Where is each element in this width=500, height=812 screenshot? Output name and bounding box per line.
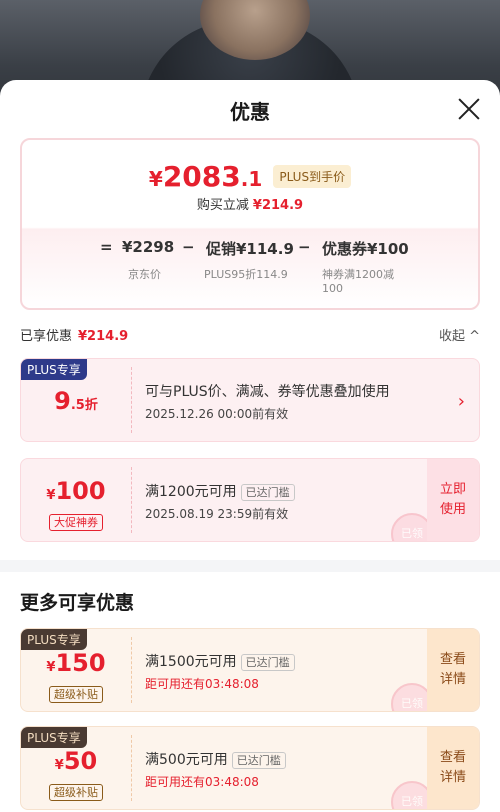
coupon-tag: 超级补贴: [21, 683, 131, 703]
coupon-label-2: 100: [322, 282, 343, 295]
currency-symbol: ¥: [148, 167, 163, 191]
final-price-integer: 2083: [162, 160, 241, 193]
reduce-label: 购买立减: [196, 198, 249, 213]
plus-badge: PLUS专享: [21, 727, 87, 748]
discount-card-plus[interactable]: PLUS专享 9.5折 可与PLUS价、满减、券等优惠叠加使用 2025.12.…: [20, 358, 480, 442]
coupon-tag-text: 超级补贴: [49, 784, 103, 801]
card-description: 可与PLUS价、满减、券等优惠叠加使用: [145, 384, 390, 400]
card-right: 可与PLUS价、满减、券等优惠叠加使用 2025.12.26 00:00前有效 …: [131, 359, 479, 441]
coupon-countdown: 距可用还有03:48:08: [145, 775, 259, 789]
condition-text: 满1500元可用: [145, 654, 237, 670]
more-offers-title: 更多可享优惠: [20, 592, 135, 614]
promo-amount: 促销¥114.9: [206, 240, 294, 258]
enjoyed-row: 已享优惠 ¥214.9 收起 ^: [20, 325, 480, 345]
threshold-chip: 已达门槛: [240, 654, 295, 671]
collapse-button[interactable]: 收起 ^: [439, 325, 480, 344]
use-now-button[interactable]: 立即 使用: [427, 459, 479, 541]
coupon-condition: 满1200元可用 已达门槛: [145, 481, 295, 501]
coupon-tag-text: 超级补贴: [49, 686, 103, 703]
coupon-tag: 超级补贴: [21, 781, 131, 801]
sheet-header: 优惠: [0, 80, 500, 138]
coupon-card-150: PLUS专享 ¥150 超级补贴 满1500元可用 已达门槛 距可用还有03:48…: [20, 628, 480, 712]
base-price-label: 京东价: [128, 268, 161, 281]
minus-sign: −: [298, 238, 311, 256]
coupon-validity: 2025.08.19 23:59前有效: [145, 507, 289, 521]
final-price-decimal: .1: [240, 167, 263, 191]
sheet-title: 优惠: [230, 100, 270, 124]
coupon-value: ¥50: [21, 747, 131, 775]
coupon-label: 神券满1200减: [322, 268, 394, 281]
card-left: PLUS专享 ¥150 超级补贴: [21, 629, 131, 711]
enjoyed-label: 已享优惠 ¥214.9: [20, 329, 128, 344]
coupon-countdown: 距可用还有03:48:08: [145, 677, 259, 691]
price-summary-card: ¥2083.1 PLUS到手价 购买立减 ¥214.9 = ¥2298 京东价 −…: [20, 138, 480, 310]
base-price: ¥2298: [122, 238, 175, 256]
threshold-chip: 已达门槛: [231, 752, 286, 769]
condition-text: 满500元可用: [145, 752, 228, 768]
plus-price-tag: PLUS到手价: [273, 165, 352, 188]
coupon-value: ¥100: [21, 477, 131, 505]
card-validity: 2025.12.26 00:00前有效: [145, 407, 289, 421]
condition-text: 满1200元可用: [145, 484, 237, 500]
view-details-button[interactable]: 查看 详情: [427, 727, 479, 809]
coupon-yen: ¥: [54, 758, 64, 773]
close-icon[interactable]: [456, 96, 482, 122]
threshold-chip: 已达门槛: [240, 484, 295, 501]
discount-value-big: 9: [54, 387, 71, 415]
section-divider: [0, 560, 500, 572]
view-details-label: 查看 详情: [439, 652, 466, 687]
discount-value: 9.5折: [21, 387, 131, 415]
promo-label: PLUS95折114.9: [204, 268, 288, 281]
enjoyed-amount: ¥214.9: [78, 329, 129, 344]
minus-sign: −: [182, 238, 195, 256]
card-right: 满500元可用 已达门槛 距可用还有03:48:08 已领 查看 详情: [131, 727, 479, 809]
use-now-label: 立即 使用: [439, 482, 466, 517]
coupon-amount: 150: [55, 649, 106, 677]
final-price: ¥2083.1: [149, 160, 262, 193]
view-details-label: 查看 详情: [439, 750, 466, 785]
discount-value-small: .5折: [70, 398, 98, 413]
reduce-row: 购买立减 ¥214.9: [22, 194, 478, 213]
coupon-amount: 100: [55, 477, 106, 505]
coupon-tag: 大促神券: [21, 511, 131, 531]
card-right: 满1200元可用 已达门槛 2025.08.19 23:59前有效 已领 立即 使…: [131, 459, 479, 541]
reduce-amount: ¥214.9: [252, 198, 304, 213]
coupon-tag-text: 大促神券: [49, 514, 103, 531]
coupon-value: ¥150: [21, 649, 131, 677]
equals-sign: =: [100, 238, 113, 256]
coupon-condition: 满500元可用 已达门槛: [145, 749, 286, 769]
card-left: PLUS专享 9.5折: [21, 359, 131, 441]
plus-badge: PLUS专享: [21, 629, 87, 650]
chevron-right-icon[interactable]: ›: [458, 391, 465, 412]
enjoyed-text: 已享优惠: [20, 329, 73, 344]
coupon-condition: 满1500元可用 已达门槛: [145, 651, 295, 671]
final-price-row: ¥2083.1 PLUS到手价: [22, 160, 478, 193]
card-left: PLUS专享 ¥50 超级补贴: [21, 727, 131, 809]
coupon-card-50: PLUS专享 ¥50 超级补贴 满500元可用 已达门槛 距可用还有03:48:0…: [20, 726, 480, 810]
card-left: ¥100 大促神券: [21, 459, 131, 541]
coupon-amount: 优惠券¥100: [322, 240, 409, 258]
view-details-button[interactable]: 查看 详情: [427, 629, 479, 711]
coupon-amount: 50: [63, 747, 98, 775]
plus-badge: PLUS专享: [21, 359, 87, 380]
coupon-card-100: ¥100 大促神券 满1200元可用 已达门槛 2025.08.19 23:59前…: [20, 458, 480, 542]
card-right: 满1500元可用 已达门槛 距可用还有03:48:08 已领 查看 详情: [131, 629, 479, 711]
